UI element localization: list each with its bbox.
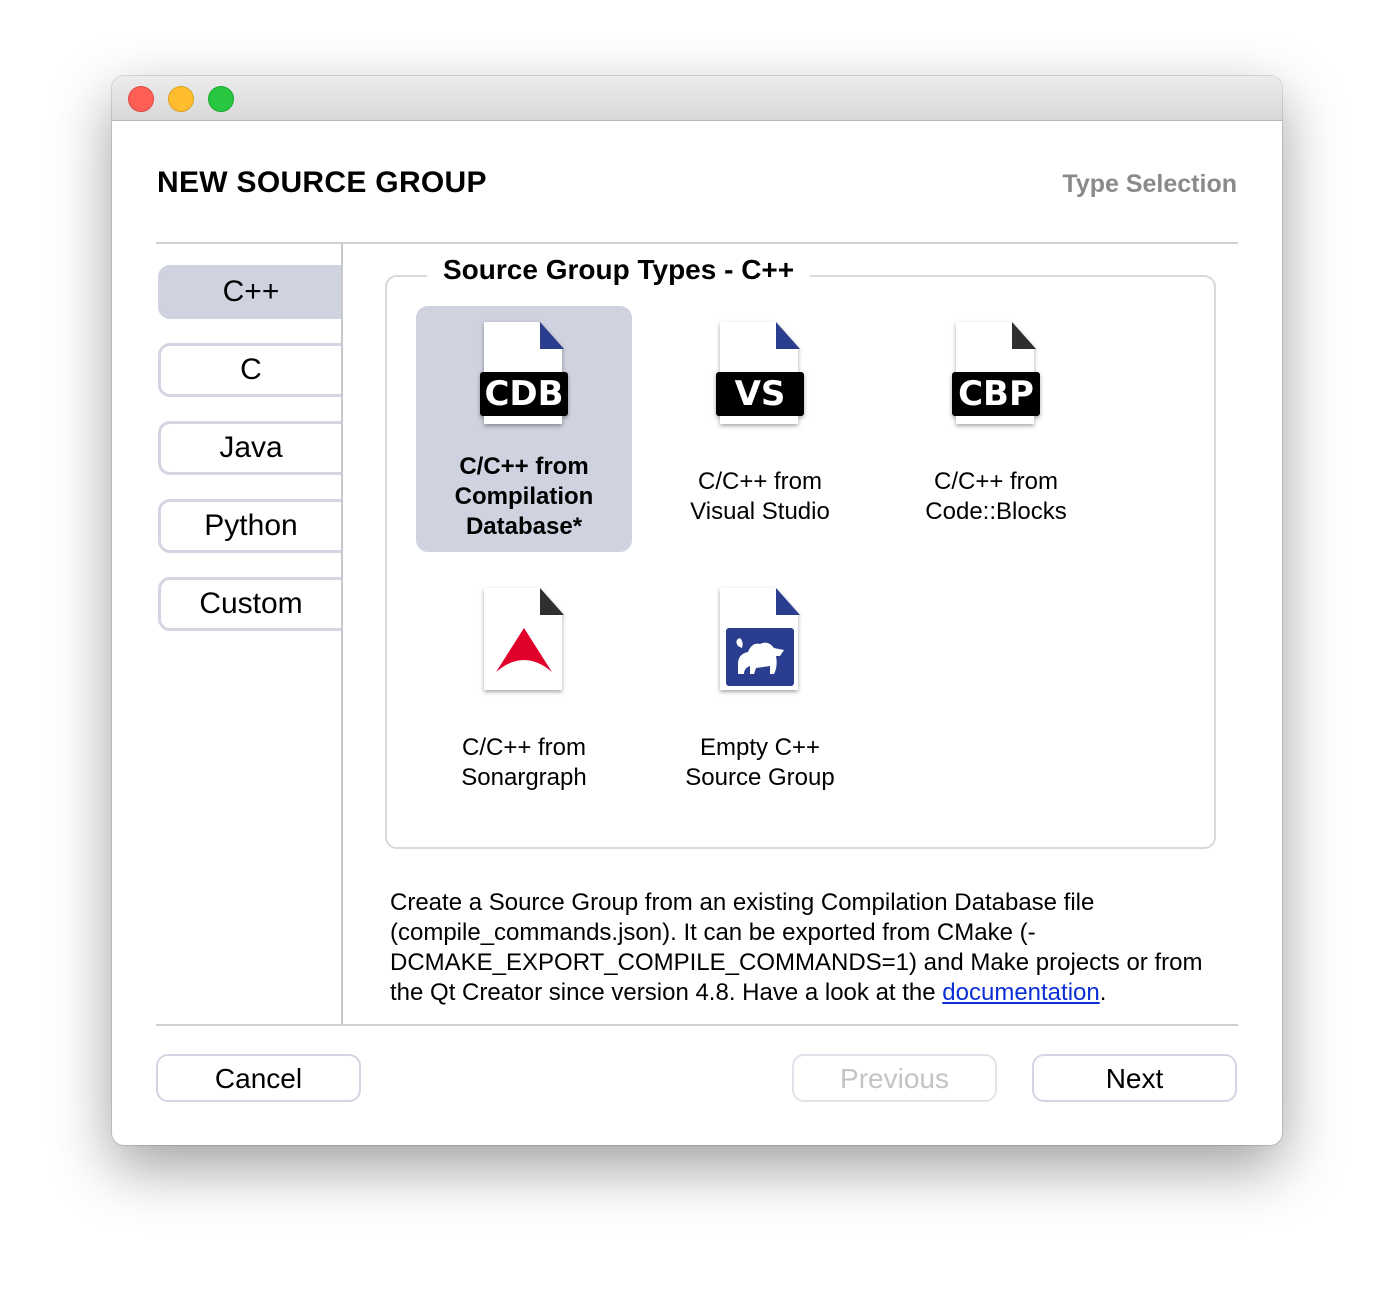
description-end: .	[1099, 979, 1107, 1006]
documentation-link[interactable]: documentation	[942, 979, 1099, 1006]
cbp-badge: CBP	[952, 372, 1040, 416]
type-label-line2: Compilation	[454, 483, 594, 510]
type-label-line1: C/C++ from	[933, 468, 1059, 495]
type-label-line2: Visual Studio	[690, 498, 830, 525]
previous-button[interactable]: Previous	[792, 1054, 997, 1102]
type-tile-visual-studio[interactable]: VS C/C++ from Visual Studio	[652, 306, 868, 552]
page-title: NEW SOURCE GROUP	[157, 166, 487, 199]
step-label: Type Selection	[1062, 170, 1237, 198]
type-label-line2: Sonargraph	[461, 764, 587, 791]
cdb-file-icon: CDB	[480, 322, 568, 426]
sidebar-item-python[interactable]: Python	[158, 499, 341, 553]
type-label-line1: Empty C++	[699, 734, 821, 761]
vs-file-icon: VS	[716, 322, 804, 426]
type-tile-code-blocks[interactable]: CBP C/C++ from Code::Blocks	[888, 306, 1104, 552]
type-label-line1: C/C++ from	[461, 734, 587, 761]
bottom-divider	[156, 1024, 1238, 1026]
zoom-window-button[interactable]	[208, 86, 234, 112]
minimize-window-button[interactable]	[168, 86, 194, 112]
sourcetrail-logo	[726, 628, 794, 686]
sidebar-item-c[interactable]: C	[158, 343, 341, 397]
type-tile-sonargraph[interactable]: C/C++ from Sonargraph	[416, 572, 632, 818]
sidebar-item-java[interactable]: Java	[158, 421, 341, 475]
sidebar-item-cpp[interactable]: C++	[158, 265, 341, 319]
type-description: Create a Source Group from an existing C…	[390, 888, 1230, 1008]
type-tile-compilation-database[interactable]: CDB C/C++ from Compilation Database*	[416, 306, 632, 552]
cancel-button[interactable]: Cancel	[156, 1054, 361, 1102]
cdb-badge: CDB	[480, 372, 568, 416]
next-button[interactable]: Next	[1032, 1054, 1237, 1102]
type-label-line2: Code::Blocks	[925, 498, 1067, 525]
sidebar-item-custom[interactable]: Custom	[158, 577, 341, 631]
type-label-line3: Database*	[465, 513, 583, 540]
vs-badge: VS	[716, 372, 804, 416]
cbp-file-icon: CBP	[952, 322, 1040, 426]
group-box-title: Source Group Types - C++	[427, 254, 811, 286]
title-bar	[112, 76, 1282, 121]
type-label-line1: C/C++ from	[459, 453, 589, 480]
top-divider	[156, 242, 1238, 244]
sonargraph-file-icon	[484, 588, 564, 692]
close-window-button[interactable]	[128, 86, 154, 112]
sonargraph-logo	[496, 628, 552, 672]
sourcetrail-file-icon	[720, 588, 800, 692]
type-label-line1: C/C++ from	[697, 468, 823, 495]
type-label-line2: Source Group	[685, 764, 835, 791]
dialog-window: NEW SOURCE GROUP Type Selection C++ C Ja…	[112, 76, 1282, 1145]
type-tile-empty-cpp[interactable]: Empty C++ Source Group	[652, 572, 868, 818]
sidebar-divider	[341, 243, 343, 1025]
